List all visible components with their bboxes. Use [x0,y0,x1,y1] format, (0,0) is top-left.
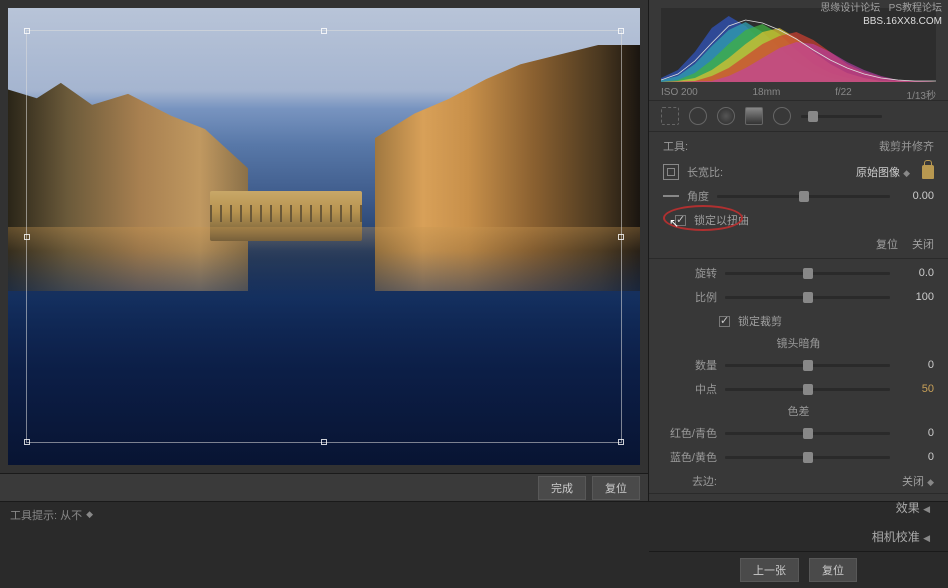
accordion-camera-cal[interactable]: 相机校准 ◀ [649,522,948,551]
angle-slider[interactable] [717,195,890,198]
defringe-label: 去边: [663,473,717,489]
crop-close[interactable]: 关闭 [912,236,934,252]
histo-focal: 18mm [752,87,780,102]
histo-shutter: 1/13秒 [907,87,936,102]
scale-label: 比例 [663,289,717,305]
by-slider[interactable] [725,456,890,459]
lock-icon[interactable] [922,165,934,179]
crop-handle-tr[interactable] [618,28,624,34]
spot-tool-icon[interactable] [689,107,707,125]
angle-value: 0.00 [898,190,934,202]
defringe-value[interactable]: 关闭 ◆ [902,473,934,489]
right-panel: 思缘设计论坛 PS教程论坛 BBS.16XX8.COM ISO 200 18mm… [648,0,948,501]
by-value: 0 [898,451,934,463]
crop-reset[interactable]: 复位 [876,236,898,252]
vig-amount-value: 0 [898,359,934,371]
crop-tool-icon[interactable] [661,107,679,125]
angle-icon [663,195,679,197]
brush-tool-icon[interactable] [773,107,791,125]
lock-crop-checkbox[interactable] [719,316,730,327]
tooltip-label: 工具提示: [10,507,57,523]
rc-slider[interactable] [725,432,890,435]
crop-handle-tm[interactable] [321,28,327,34]
vig-mid-label: 中点 [663,381,717,397]
crop-handle-mr[interactable] [618,234,624,240]
crop-overlay[interactable] [26,30,622,443]
canvas-area: 完成 复位 [0,0,648,501]
rotate-label: 旋转 [663,265,717,281]
tool-slider[interactable] [801,115,882,118]
angle-label: 角度 [687,188,709,204]
rc-label: 红色/青色 [663,425,717,441]
crop-icon [663,164,679,180]
vig-mid-slider[interactable] [725,388,890,391]
done-button[interactable]: 完成 [538,476,586,500]
rc-value: 0 [898,427,934,439]
watermark: 思缘设计论坛 PS教程论坛 BBS.16XX8.COM [814,0,948,30]
tooltip-value[interactable]: 从不 [60,507,82,523]
by-label: 蓝色/黄色 [663,449,717,465]
crop-handle-bm[interactable] [321,439,327,445]
tool-label: 工具: [663,138,688,154]
crop-handle-br[interactable] [618,439,624,445]
canvas-toolbar: 完成 复位 [0,473,648,501]
preview-image[interactable] [8,8,640,465]
lock-warp-label: 锁定以扭曲 [694,212,749,228]
tool-strip [649,100,948,131]
panel-reset-button[interactable]: 复位 [809,558,857,582]
aspect-value[interactable]: 原始图像 ◆ [731,164,914,180]
rotate-value: 0.0 [898,267,934,279]
vig-amount-label: 数量 [663,357,717,373]
histo-iso: ISO 200 [661,87,698,102]
accordion-effects[interactable]: 效果 ◀ [649,493,948,522]
crop-handle-bl[interactable] [24,439,30,445]
reset-button[interactable]: 复位 [592,476,640,500]
grad-tool-icon[interactable] [745,107,763,125]
fringe-title: 色差 [649,401,948,421]
lock-warp-checkbox[interactable] [675,215,686,226]
prev-button[interactable]: 上一张 [740,558,799,582]
crop-handle-ml[interactable] [24,234,30,240]
vig-amount-slider[interactable] [725,364,890,367]
scale-slider[interactable] [725,296,890,299]
lock-crop-label: 锁定裁剪 [738,313,782,329]
vig-mid-value: 50 [898,383,934,395]
tool-title: 裁剪并修齐 [879,138,934,154]
scale-value: 100 [898,291,934,303]
vignette-title: 镜头暗角 [649,333,948,353]
histo-aperture: f/22 [835,87,852,102]
redeye-tool-icon[interactable] [717,107,735,125]
crop-handle-tl[interactable] [24,28,30,34]
aspect-label: 长宽比: [687,164,723,180]
rotate-slider[interactable] [725,272,890,275]
